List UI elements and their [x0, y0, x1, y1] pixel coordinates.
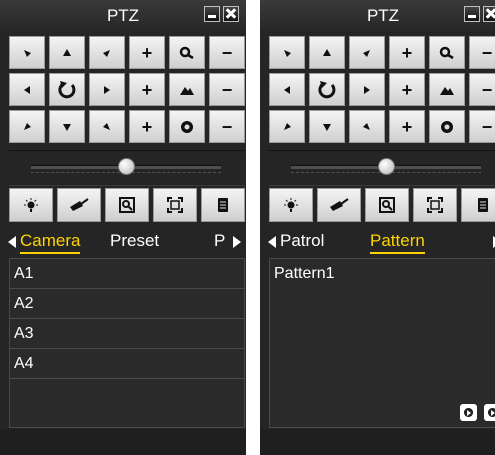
wiper-icon[interactable] [57, 188, 101, 222]
minimize-button[interactable] [204, 6, 220, 22]
title-bar: PTZ [0, 0, 246, 32]
speed-slider[interactable] [269, 150, 495, 186]
ptz-panel-right: PTZ + − + − + − Patrol Pattern Pattern1 [260, 0, 495, 455]
light-icon[interactable] [269, 188, 313, 222]
focus-minus-icon[interactable]: − [469, 73, 495, 106]
arrow-down-left-icon[interactable] [9, 110, 45, 143]
record-pattern-button[interactable] [484, 404, 495, 421]
arrow-up-icon[interactable] [309, 36, 345, 69]
iris-plus-icon[interactable]: + [389, 110, 425, 143]
arrow-down-right-icon[interactable] [89, 110, 125, 143]
ptz-control-grid: + − + − + − [269, 36, 495, 146]
tab-scroll-left-icon[interactable] [8, 236, 16, 248]
iris-icon[interactable] [169, 110, 205, 143]
focus-icon[interactable] [429, 73, 465, 106]
arrow-down-left-icon[interactable] [269, 110, 305, 143]
arrow-right-icon[interactable] [89, 73, 125, 106]
arrow-left-icon[interactable] [269, 73, 305, 106]
tab-preset[interactable]: Preset [110, 231, 159, 251]
tab-patrol[interactable]: Patrol [280, 231, 324, 251]
camera-list: A1 A2 A3 A4 [9, 258, 245, 428]
tab-partial-p[interactable]: P [214, 231, 225, 251]
iris-icon[interactable] [429, 110, 465, 143]
auto-rotate-icon[interactable] [309, 73, 345, 106]
arrow-up-right-icon[interactable] [89, 36, 125, 69]
play-pattern-button[interactable] [460, 404, 477, 421]
menu-icon[interactable] [461, 188, 495, 222]
tab-pattern[interactable]: Pattern [370, 231, 425, 254]
zoom-icon[interactable] [429, 36, 465, 69]
focus-plus-icon[interactable]: + [389, 73, 425, 106]
speed-slider[interactable] [9, 150, 245, 186]
focus-minus-icon[interactable]: − [209, 73, 245, 106]
pattern-list: Pattern1 [269, 258, 495, 428]
arrow-down-right-icon[interactable] [349, 110, 385, 143]
list-item[interactable]: A2 [10, 289, 244, 319]
wiper-icon[interactable] [317, 188, 361, 222]
iris-minus-icon[interactable]: − [469, 110, 495, 143]
minimize-button[interactable] [464, 6, 480, 22]
arrow-up-icon[interactable] [49, 36, 85, 69]
bottom-bar [0, 429, 246, 455]
zoom-in-plus-icon[interactable]: + [389, 36, 425, 69]
close-button[interactable] [223, 6, 239, 22]
zoom-in-plus-icon[interactable]: + [129, 36, 165, 69]
iris-minus-icon[interactable]: − [209, 110, 245, 143]
menu-icon[interactable] [201, 188, 245, 222]
list-item[interactable]: Pattern1 [270, 259, 495, 289]
iris-plus-icon[interactable]: + [129, 110, 165, 143]
ptz-tool-row [269, 188, 495, 222]
zoom-icon[interactable] [169, 36, 205, 69]
focus-plus-icon[interactable]: + [129, 73, 165, 106]
title-bar: PTZ [260, 0, 495, 32]
arrow-down-icon[interactable] [49, 110, 85, 143]
tab-scroll-left-icon[interactable] [268, 236, 276, 248]
tab-camera[interactable]: Camera [20, 231, 81, 254]
zoom-out-minus-icon[interactable]: − [469, 36, 495, 69]
ptz-panel-left: PTZ + − + − + − Camera Preset P A1 A2 A3… [0, 0, 246, 455]
arrow-down-icon[interactable] [309, 110, 345, 143]
ptz-control-grid: + − + − + − [9, 36, 245, 146]
focus-icon[interactable] [169, 73, 205, 106]
tab-bar: Camera Preset P [0, 225, 246, 257]
close-button[interactable] [483, 6, 495, 22]
list-item[interactable]: A4 [10, 349, 244, 379]
light-icon[interactable] [9, 188, 53, 222]
center-icon[interactable] [153, 188, 197, 222]
arrow-left-icon[interactable] [9, 73, 45, 106]
3d-zoom-icon[interactable] [365, 188, 409, 222]
center-icon[interactable] [413, 188, 457, 222]
arrow-right-icon[interactable] [349, 73, 385, 106]
bottom-bar [260, 429, 495, 455]
ptz-tool-row [9, 188, 245, 222]
tab-scroll-right-icon[interactable] [233, 236, 241, 248]
auto-rotate-icon[interactable] [49, 73, 85, 106]
arrow-up-right-icon[interactable] [349, 36, 385, 69]
slider-thumb[interactable] [378, 158, 395, 175]
zoom-out-minus-icon[interactable]: − [209, 36, 245, 69]
slider-thumb[interactable] [118, 158, 135, 175]
3d-zoom-icon[interactable] [105, 188, 149, 222]
list-item[interactable]: A1 [10, 259, 244, 289]
arrow-up-left-icon[interactable] [269, 36, 305, 69]
panel-title: PTZ [366, 6, 400, 25]
arrow-up-left-icon[interactable] [9, 36, 45, 69]
tab-bar: Patrol Pattern [260, 225, 495, 257]
list-item[interactable]: A3 [10, 319, 244, 349]
